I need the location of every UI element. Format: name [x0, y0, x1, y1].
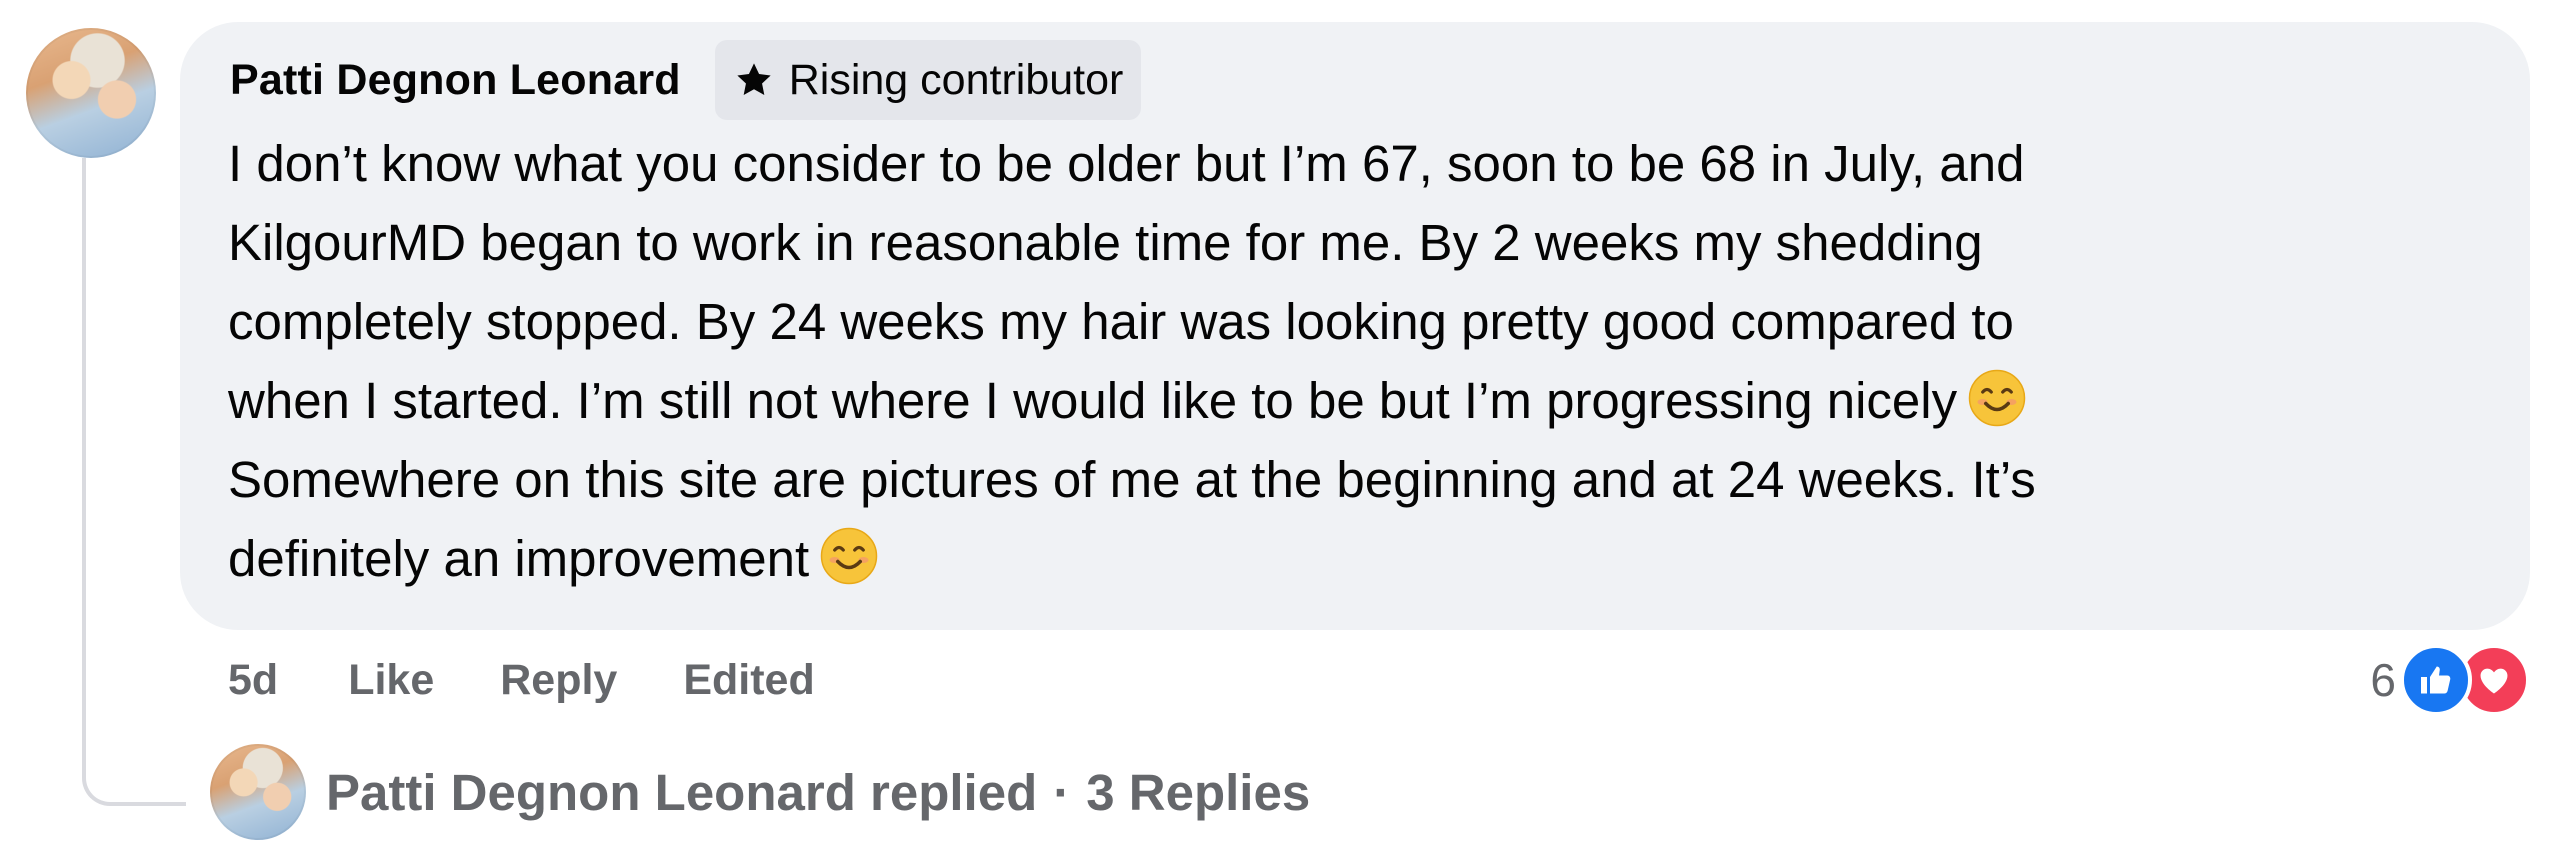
edited-label[interactable]: Edited [683, 656, 814, 705]
thread-connector-line [82, 158, 186, 806]
comment-line: Somewhere on this site are pictures of m… [228, 451, 2036, 508]
comment-text: I don’t know what you consider to be old… [228, 124, 2508, 598]
reaction-icons [2400, 642, 2530, 718]
like-button[interactable]: Like [348, 656, 434, 705]
reaction-summary[interactable]: 6 [2370, 640, 2530, 720]
reaction-count: 6 [2370, 654, 2396, 706]
comment-line: KilgourMD began to work in reasonable ti… [228, 214, 1983, 271]
author-name[interactable]: Patti Degnon Leonard [230, 56, 681, 105]
comment-thread: Patti Degnon Leonard Rising contributor … [0, 0, 2558, 868]
reply-button[interactable]: Reply [500, 656, 617, 705]
smiling-face-emoji-icon [820, 527, 878, 585]
replies-text: Patti Degnon Leonard replied [326, 763, 1038, 821]
smiling-face-emoji-icon [1968, 369, 2026, 427]
view-replies-link[interactable]: Patti Degnon Leonard replied · 3 Replies [326, 756, 1310, 828]
avatar[interactable] [26, 28, 156, 158]
comment-line: definitely an improvement [228, 530, 810, 587]
comment-actions: 5d Like Reply Edited [228, 650, 815, 710]
replies-count: 3 Replies [1086, 763, 1311, 821]
replies-separator: · [1053, 763, 1071, 821]
timestamp-link[interactable]: 5d [228, 656, 278, 705]
like-icon [2400, 644, 2472, 716]
comment-header: Patti Degnon Leonard Rising contributor [230, 40, 1142, 120]
contributor-badge[interactable]: Rising contributor [714, 40, 1142, 120]
comment-line-with-emoji: when I started. I’m still not where I wo… [228, 361, 2508, 440]
reply-avatar[interactable] [210, 744, 306, 840]
comment-line: when I started. I’m still not where I wo… [228, 372, 1958, 429]
comment-line: completely stopped. By 24 weeks my hair … [228, 293, 2014, 350]
badge-label: Rising contributor [788, 55, 1124, 104]
star-icon [737, 63, 771, 96]
comment-line: I don’t know what you consider to be old… [228, 135, 2025, 192]
comment-line-with-emoji: definitely an improvement [228, 519, 2508, 598]
